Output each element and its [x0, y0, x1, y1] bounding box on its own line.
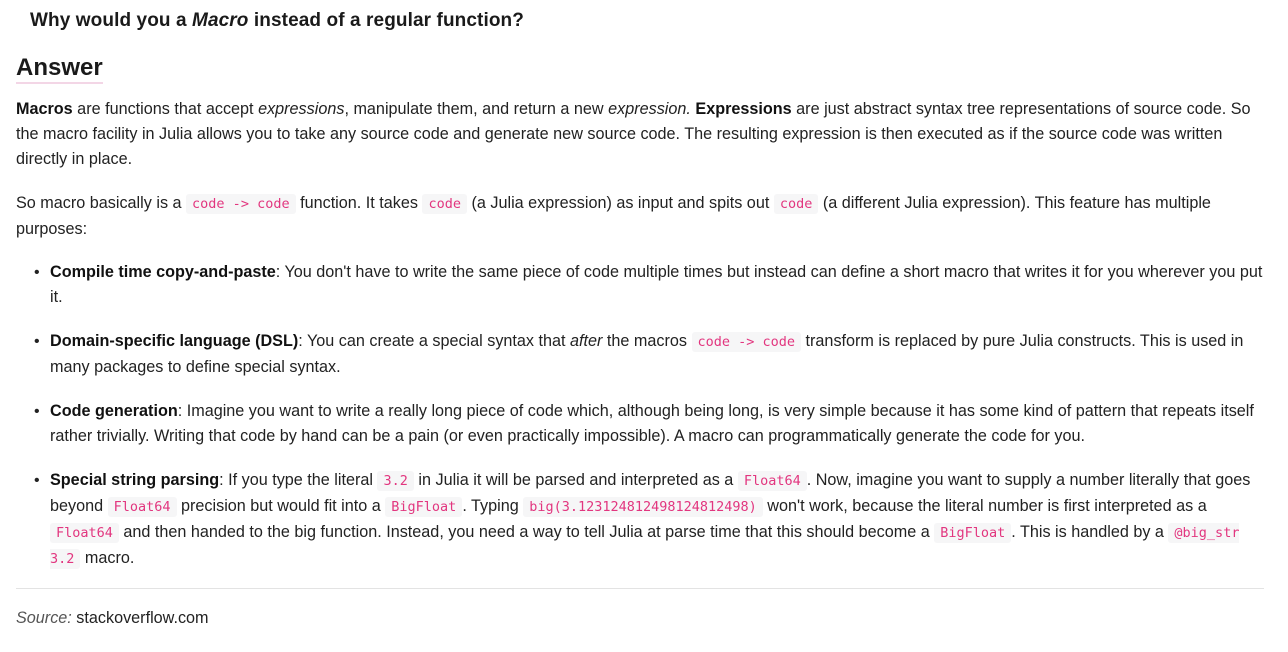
purposes-list: • Compile time copy-and-paste: You don't… [16, 260, 1264, 591]
inline-code: Float64 [737, 471, 807, 491]
text-run: . Typing [462, 497, 524, 515]
list-item: • Code generation: Imagine you want to w… [16, 399, 1264, 449]
text-emphasis: after [570, 332, 603, 350]
text-run: : You can create a special syntax that [298, 332, 571, 350]
inline-code: Float64 [107, 497, 177, 517]
inline-code: BigFloat [934, 523, 1012, 543]
question-text: Why would you a [30, 10, 193, 31]
inline-code: BigFloat [385, 497, 463, 517]
paragraph-definition: Macros are functions that accept express… [16, 97, 1264, 172]
paragraph-purpose: So macro basically is a code -> code fun… [16, 191, 1264, 242]
inline-code: code -> code [691, 332, 802, 352]
text-run: , manipulate them, and return a new [344, 100, 609, 118]
bullet-icon: • [34, 333, 40, 350]
bullet-icon: • [34, 403, 40, 420]
text-run: So macro basically is a [16, 194, 187, 212]
source-line: Source: stackoverflow.com [16, 609, 209, 628]
inline-code: code [422, 194, 467, 214]
answer-heading: Answer [16, 54, 103, 84]
text-run: are functions that accept [72, 100, 259, 118]
bullet-icon: • [34, 264, 40, 281]
divider [16, 588, 1264, 589]
item-title: Special string parsing [50, 471, 220, 489]
source-label: Source: [16, 609, 72, 627]
expressions-term: Expressions [695, 100, 792, 118]
text-run: : If you type the literal [219, 471, 378, 489]
list-item: • Compile time copy-and-paste: You don't… [16, 260, 1264, 310]
text-run: and then handed to the big function. Ins… [118, 523, 935, 541]
question-emphasis: Macro [192, 10, 249, 31]
text-run: macro. [80, 549, 135, 567]
source-value: stackoverflow.com [76, 609, 209, 627]
macros-term: Macros [16, 100, 73, 118]
inline-code: Float64 [50, 523, 119, 543]
text-run: the macros [602, 332, 692, 350]
text-run: in Julia it will be parsed and interpret… [413, 471, 738, 489]
inline-code: big(3.123124812498124812498) [523, 497, 763, 517]
item-title: Compile time copy-and-paste [50, 263, 276, 281]
text-run: won't work, because the literal number i… [762, 497, 1207, 515]
inline-code: code -> code [186, 194, 296, 214]
question-text-end: instead of a regular function? [248, 10, 524, 31]
text-emphasis: expressions [258, 100, 345, 118]
text-run: precision but would fit into a [176, 497, 386, 515]
inline-code: 3.2 [377, 471, 414, 491]
text-run: (a Julia expression) as input and spits … [466, 194, 774, 212]
answer-heading-text: Answer [16, 54, 103, 84]
inline-code: code [773, 194, 819, 214]
text-run: : Imagine you want to write a really lon… [50, 402, 1254, 445]
text-run: function. It takes [295, 194, 423, 212]
list-item: • Special string parsing: If you type th… [16, 468, 1264, 572]
text-run: . This is handled by a [1011, 523, 1169, 541]
bullet-icon: • [34, 472, 40, 489]
question-heading: Why would you a Macro instead of a regul… [30, 10, 524, 32]
page: Why would you a Macro instead of a regul… [0, 0, 1288, 652]
list-item: • Domain-specific language (DSL): You ca… [16, 329, 1264, 380]
text-emphasis: expression. [608, 100, 691, 118]
item-title: Domain-specific language (DSL) [50, 332, 299, 350]
item-title: Code generation [50, 402, 178, 420]
